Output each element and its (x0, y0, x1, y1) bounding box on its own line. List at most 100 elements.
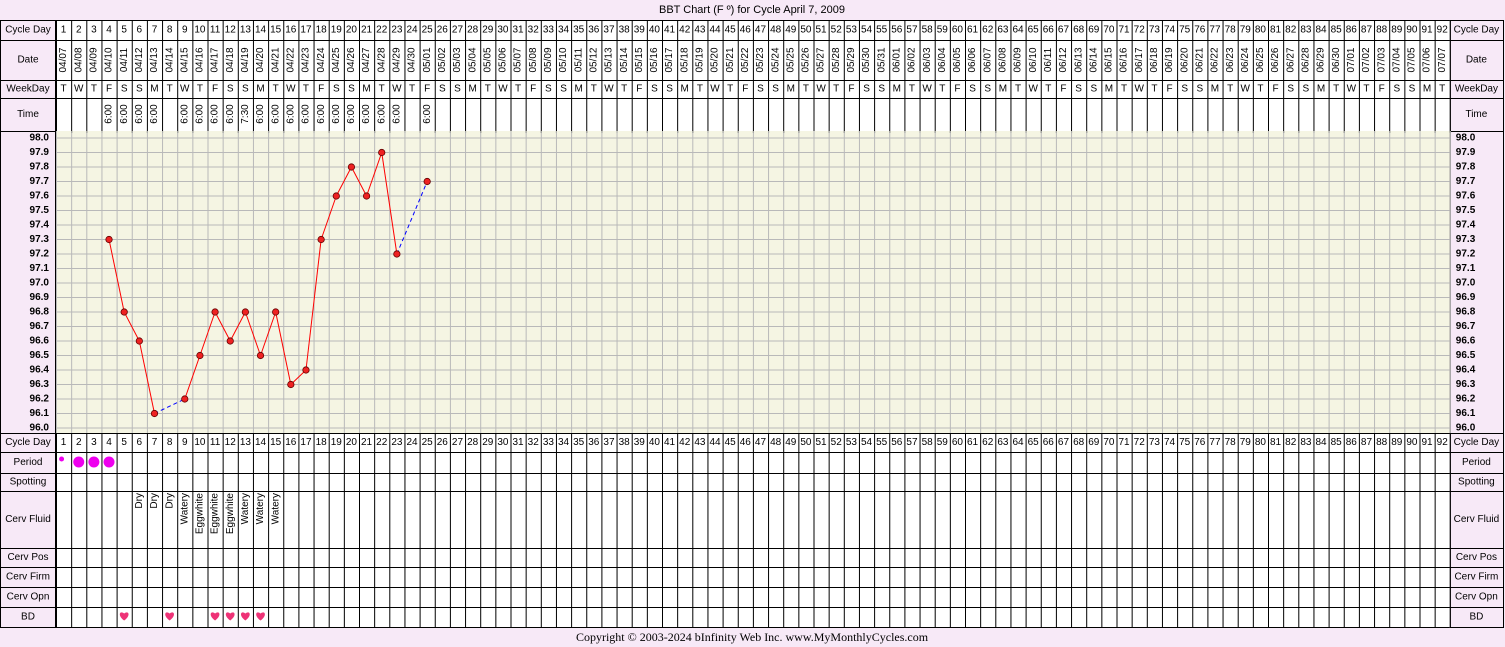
date-label: 06/08 (998, 47, 1009, 72)
time-label: 6:00 (270, 104, 281, 124)
weekday-label: S (878, 84, 885, 95)
cycle-day-label: 36 (588, 25, 600, 36)
cycle-day-label-lower: 17 (300, 437, 312, 448)
temperature-point (362, 192, 371, 200)
weekday-label: F (1273, 84, 1279, 95)
cycle-day-label-lower: 54 (861, 437, 873, 448)
date-label: 07/06 (1422, 47, 1433, 72)
cycle-day-label-lower: 20 (346, 437, 358, 448)
period-dot-icon (59, 456, 65, 462)
cycle-day-label: 2 (76, 25, 82, 36)
weekday-label: T (1015, 84, 1021, 95)
date-label: 06/30 (1331, 47, 1342, 72)
date-label: 05/21 (725, 47, 736, 72)
cycle-day-label: 62 (982, 25, 994, 36)
period-dot-icon (73, 456, 85, 468)
weekday-label: T (591, 84, 597, 95)
cycle-day-label: 3 (91, 25, 97, 36)
cycle-day-label-lower: 19 (331, 437, 343, 448)
period-row-label-left: Period (14, 457, 43, 468)
weekday-label: F (1060, 84, 1066, 95)
cycle-day-label-lower: 70 (1103, 437, 1115, 448)
cycle-day-label: 61 (967, 25, 979, 36)
time-row-label-left: Time (17, 109, 39, 120)
cycle-day-label-lower: 10 (194, 437, 206, 448)
cycle-day-label-lower: 92 (1437, 437, 1449, 448)
weekday-label: S (1090, 84, 1097, 95)
date-label: 06/20 (1179, 47, 1190, 72)
cycle-day-label: 46 (740, 25, 752, 36)
date-label: 04/14 (164, 47, 175, 72)
cerv-fluid-label: Eggwhite (225, 493, 236, 535)
cycle-day-label-lower: 91 (1422, 437, 1434, 448)
cycle-day-label: 83 (1300, 25, 1312, 36)
weekday-label: W (74, 84, 84, 95)
cycle-day-label: 90 (1406, 25, 1418, 36)
cycle-day-label: 19 (331, 25, 343, 36)
date-label: 04/16 (195, 47, 206, 72)
date-label: 05/13 (604, 47, 615, 72)
cycle-day-label-lower: 33 (543, 437, 555, 448)
temperature-point (196, 351, 204, 360)
cycle-day-label: 60 (952, 25, 964, 36)
cycle-day-label: 30 (497, 25, 509, 36)
y-tick-label-left: 97.6 (30, 191, 50, 202)
y-tick-label-left: 97.0 (30, 278, 50, 289)
weekday-label: S (772, 84, 779, 95)
date-label: 05/02 (437, 47, 448, 72)
weekday-label: W (604, 84, 614, 95)
cerv-fluid-row-label-left: Cerv Fluid (5, 514, 51, 525)
cycle-day-label: 84 (1315, 25, 1327, 36)
y-tick-label-left: 96.4 (30, 365, 50, 376)
weekday-label: S (348, 84, 355, 95)
cycle-day-label-lower: 37 (603, 437, 615, 448)
footer-copyright: Copyright © 2003-2024 bInfinity Web Inc.… (576, 630, 929, 644)
y-tick-label-right: 97.7 (1456, 176, 1476, 187)
date-label: 04/07 (58, 47, 69, 72)
weekday-label: W (1241, 84, 1251, 95)
date-label: 04/08 (73, 47, 84, 72)
cycle-day-label: 11 (210, 25, 221, 36)
cycle-day-label-lower: 3 (91, 437, 97, 448)
time-label: 6:00 (376, 104, 387, 124)
date-label: 05/15 (634, 47, 645, 72)
cycle-day-label-lower: 6 (137, 437, 143, 448)
cycle-day-label-lower: 18 (316, 437, 328, 448)
weekday-label: F (1166, 84, 1172, 95)
cycle-day-label: 80 (1255, 25, 1267, 36)
date-label: 05/23 (755, 47, 766, 72)
cycle-day-label: 63 (997, 25, 1009, 36)
cycle-day-label-lower: 29 (482, 437, 494, 448)
temperature-point (150, 409, 159, 418)
weekday-label: T (909, 84, 915, 95)
cycle-day-label-lower: 61 (967, 437, 979, 448)
cycle-day-row-label-right: Cycle Day (1454, 25, 1500, 36)
cycle-day-label-lower: 15 (270, 437, 282, 448)
cycle-day-label: 14 (255, 25, 267, 36)
y-tick-label-left: 96.9 (30, 292, 50, 303)
date-label: 06/25 (1255, 47, 1266, 72)
cycle-day-label: 72 (1134, 25, 1146, 36)
weekday-label: M (893, 84, 901, 95)
date-label: 06/22 (1210, 47, 1221, 72)
weekday-label: S (969, 84, 976, 95)
date-label: 07/07 (1437, 47, 1448, 72)
weekday-label: T (1333, 84, 1339, 95)
y-tick-label-left: 96.2 (30, 394, 50, 405)
cycle-day-label-lower: 48 (770, 437, 782, 448)
cycle-day-label-lower: 40 (649, 437, 661, 448)
date-label: 07/01 (1346, 47, 1357, 72)
cycle-day-label-lower: 5 (121, 437, 127, 448)
y-tick-label-left: 96.1 (30, 408, 50, 419)
date-label: 06/11 (1043, 47, 1054, 72)
cycle-day-label-lower: 21 (361, 437, 373, 448)
cycle-day-label: 79 (1240, 25, 1252, 36)
cycle-day-label: 70 (1103, 25, 1115, 36)
cycle-day-label: 89 (1391, 25, 1403, 36)
cycle-day-label-lower: 11 (210, 437, 221, 448)
y-tick-label-right: 97.6 (1456, 191, 1476, 202)
date-label: 06/06 (967, 47, 978, 72)
cycle-day-label: 10 (194, 25, 206, 36)
y-tick-label-right: 96.7 (1456, 321, 1476, 332)
y-tick-label-left: 97.8 (30, 162, 50, 173)
